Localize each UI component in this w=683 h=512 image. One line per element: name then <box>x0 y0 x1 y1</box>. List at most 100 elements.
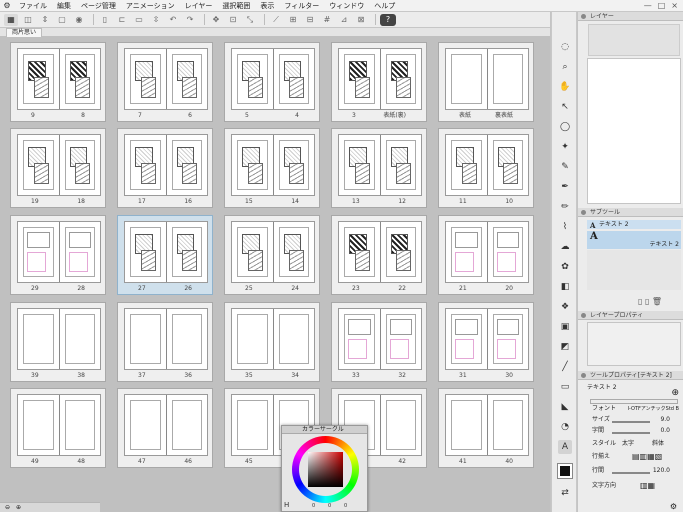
brush-icon[interactable]: ⌇ <box>558 220 572 234</box>
page-prev-icon[interactable]: ◫ <box>21 14 35 26</box>
airbrush-icon[interactable]: ☁ <box>558 240 572 254</box>
undo-icon[interactable]: ↶ <box>166 14 180 26</box>
frame-icon[interactable]: ▢ <box>55 14 69 26</box>
zoom-out-icon[interactable]: ⊖ <box>5 504 10 511</box>
settings-gear-icon[interactable]: ⚙ <box>670 502 677 511</box>
line-icon[interactable]: ╱ <box>558 360 572 374</box>
page-spread-card[interactable]: 表紙 裏表紙 <box>438 42 534 122</box>
operation-icon[interactable]: ↖ <box>558 100 572 114</box>
text-tool-icon[interactable]: A <box>558 440 572 454</box>
balloon-icon[interactable]: ◔ <box>558 420 572 434</box>
resize-icon[interactable]: ⤡ <box>243 14 257 26</box>
help-icon[interactable]: ? <box>380 13 396 26</box>
layer-list[interactable] <box>587 58 681 204</box>
lasso-icon[interactable]: ◯ <box>558 120 572 134</box>
font-value[interactable]: I-OTFアンチックStd B <box>628 405 679 413</box>
minimize-button[interactable]: — <box>644 1 652 10</box>
size-row[interactable]: サイズ 9.0 <box>592 416 680 424</box>
page-spread-card[interactable]: 76 <box>117 42 213 122</box>
close-button[interactable]: × <box>671 1 678 10</box>
page-spread-card[interactable]: 35 34 <box>224 302 320 382</box>
gradient-icon[interactable]: ◩ <box>558 340 572 354</box>
grid-view-icon[interactable]: ▦ <box>4 13 18 26</box>
frame-border-icon[interactable]: ▭ <box>558 380 572 394</box>
main-color-swatch[interactable] <box>557 463 573 479</box>
move-icon[interactable]: ✋ <box>558 80 572 94</box>
page-spread-card[interactable]: 13 12 <box>331 128 427 208</box>
blend-icon[interactable]: ❖ <box>558 300 572 314</box>
page-spread-card[interactable]: 37 36 <box>117 302 213 382</box>
page-spread-card[interactable]: 23 22 <box>331 215 427 295</box>
pencil-icon[interactable]: ✏ <box>558 200 572 214</box>
menu-animation[interactable]: アニメーション <box>121 0 180 12</box>
decoration-icon[interactable]: ✿ <box>558 260 572 274</box>
subtool-actions-icon[interactable]: ▯ ▯ 🗑 <box>638 297 662 306</box>
transform-icon[interactable]: ✥ <box>209 14 223 26</box>
fill-icon[interactable]: ▣ <box>558 320 572 334</box>
page-spread-card[interactable]: 29 28 <box>10 215 106 295</box>
snap-icon[interactable]: ⊟ <box>303 14 317 26</box>
page-spread-card[interactable]: 33 32 <box>331 302 427 382</box>
size-value[interactable]: 9.0 <box>660 416 670 424</box>
menu-window[interactable]: ウィンドウ <box>324 0 369 12</box>
subtool-preview[interactable]: A テキスト 2 <box>587 231 681 249</box>
new-page-icon[interactable]: ▯ <box>98 14 112 26</box>
ruler-tool-icon[interactable]: ◣ <box>558 400 572 414</box>
page-spread-card[interactable]: 21 20 <box>438 215 534 295</box>
direction-row[interactable]: 文字方向 ▥▦ <box>592 482 680 490</box>
page-spread-card[interactable]: 47 46 <box>117 388 213 468</box>
perspective-icon[interactable]: ⊿ <box>337 14 351 26</box>
eye-icon[interactable]: ◉ <box>72 14 86 26</box>
eyedropper-icon[interactable]: ✎ <box>558 160 572 174</box>
bold-button[interactable]: 太字 <box>622 440 634 448</box>
page-spread-card[interactable]: 31 30 <box>438 302 534 382</box>
menu-help[interactable]: ヘルプ <box>369 0 400 12</box>
pen-icon[interactable]: ✒ <box>558 180 572 194</box>
eraser-icon[interactable]: ◧ <box>558 280 572 294</box>
open-icon[interactable]: ⊏ <box>115 14 129 26</box>
page-spread-card[interactable]: 3 表紙(裏) <box>331 42 427 122</box>
tab-document[interactable]: 両片思い <box>6 28 43 37</box>
page-spread-card[interactable]: 25 24 <box>224 215 320 295</box>
zoom-in-icon[interactable]: ⊕ <box>16 504 21 511</box>
menu-selection[interactable]: 選択範囲 <box>217 0 255 12</box>
subtool-item[interactable]: A テキスト 2 <box>587 220 681 230</box>
magnifier-icon[interactable]: ⌕ <box>558 60 572 74</box>
page-spread-card[interactable]: 15 14 <box>224 128 320 208</box>
spacing-value[interactable]: 120.0 <box>653 467 670 475</box>
italic-button[interactable]: 斜体 <box>652 440 664 448</box>
layer-settings-area[interactable] <box>588 24 680 56</box>
menu-layer[interactable]: レイヤー <box>180 0 218 12</box>
menu-page-management[interactable]: ページ管理 <box>76 0 121 12</box>
crop-icon[interactable]: ⊡ <box>226 14 240 26</box>
border-icon[interactable]: ⊠ <box>354 14 368 26</box>
saturation-value-square[interactable] <box>308 452 343 487</box>
grid-icon[interactable]: # <box>320 14 334 26</box>
color-swap-icon[interactable]: ⇄ <box>558 486 572 500</box>
menu-file[interactable]: ファイル <box>14 0 52 12</box>
font-row[interactable]: フォント I-OTFアンチックStd B <box>592 405 680 413</box>
page-size-icon[interactable]: ⇳ <box>149 14 163 26</box>
style-row[interactable]: スタイル 太字 斜体 <box>592 440 680 448</box>
page-spread-card[interactable]: 54 <box>224 42 320 122</box>
save-icon[interactable]: ▭ <box>132 14 146 26</box>
page-manager-canvas[interactable]: 9 8 7 6 5 4 3 表紙(裏) 表紙 裏表紙 19 18 17 16 15 14 13 12 11 10 29 2… <box>0 37 550 512</box>
maximize-button[interactable]: □ <box>658 1 666 10</box>
page-spread-card[interactable]: 11 10 <box>438 128 534 208</box>
auto-select-icon[interactable]: ✦ <box>558 140 572 154</box>
align-icons[interactable]: ▤▥▦▧ <box>632 453 662 461</box>
page-spread-card[interactable]: 39 38 <box>10 302 106 382</box>
spacing-row[interactable]: 行間 120.0 <box>592 467 680 475</box>
ruler-icon[interactable]: ⟋ <box>269 14 283 26</box>
align-row[interactable]: 行揃え ▤▥▦▧ <box>592 453 680 461</box>
page-spread-card[interactable]: 27 26 <box>117 215 213 295</box>
direction-icons[interactable]: ▥▦ <box>640 482 655 490</box>
app-logo-icon[interactable]: ⚙ <box>0 1 14 10</box>
zoom-icon[interactable]: ◌ <box>558 40 572 54</box>
page-spread-card[interactable]: 19 18 <box>10 128 106 208</box>
spin-icon[interactable]: ⇕ <box>38 14 52 26</box>
kerning-row[interactable]: 字間 0.0 <box>592 427 680 435</box>
menu-filter[interactable]: フィルター <box>279 0 324 12</box>
page-spread-card[interactable]: 98 <box>10 42 106 122</box>
menu-view[interactable]: 表示 <box>255 0 279 12</box>
